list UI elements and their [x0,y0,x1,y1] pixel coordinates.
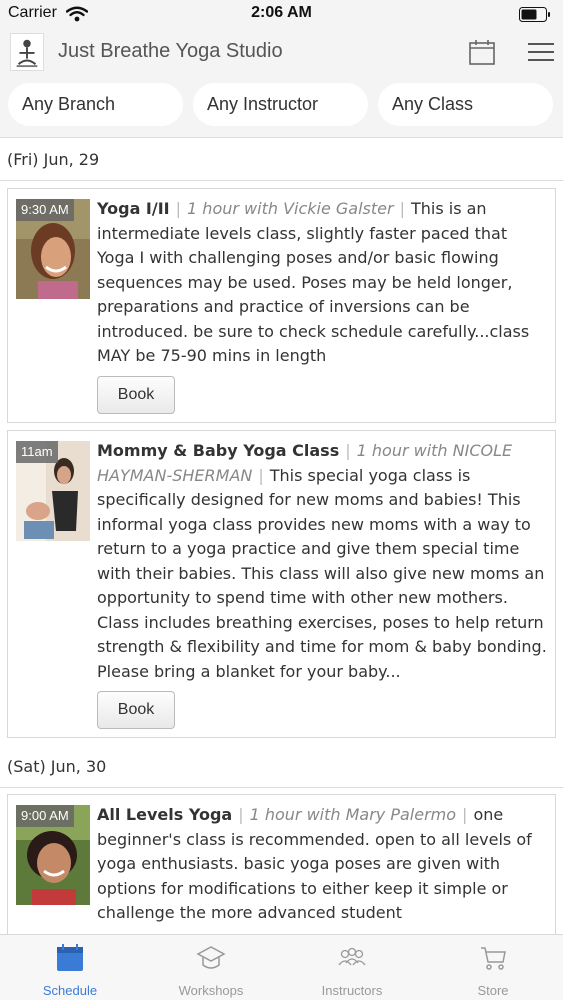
instructor-photo: 11am [16,441,90,541]
instructor-photo: 9:00 AM [16,805,90,905]
tab-store[interactable]: Store [423,935,563,1000]
clock-time: 2:06 AM [251,4,312,21]
graduation-cap-icon [196,946,226,969]
calendar-icon[interactable] [468,38,496,66]
class-description: This is an intermediate levels class, sl… [97,199,530,365]
class-instructor-duration: 1 hour with Vickie Galster [187,199,394,218]
cart-icon [481,947,506,970]
separator: | [462,805,468,824]
class-time-badge: 9:30 AM [16,199,74,221]
class-time-badge: 9:00 AM [16,805,74,827]
nav-bar: Just Breathe Yoga Studio [0,30,563,76]
class-time-badge: 11am [16,441,58,463]
app-title: Just Breathe Yoga Studio [58,40,283,62]
class-name: Yoga I/II [97,199,170,218]
class-card: 11am Mommy & Baby Yoga Class | 1 hour with… [7,430,556,738]
class-card: 9:30 AM Yoga I/II | 1 hour with Vickie Gal… [7,188,556,423]
class-details: Mommy & Baby Yoga Class | 1 hour with NICO… [97,439,547,684]
studio-logo [10,33,44,71]
calendar-icon [57,944,83,971]
battery-icon [519,7,550,22]
class-description: This special yoga class is specifically … [97,465,547,681]
separator: | [399,199,405,218]
people-icon [338,947,366,966]
separator: | [175,199,182,218]
instructor-photo: 9:30 AM [16,199,90,299]
class-details: All Levels Yoga | 1 hour with Mary Palermo… [97,803,547,926]
date-header: (Sat) Jun, 30 [0,746,563,788]
hamburger-menu-icon[interactable] [527,40,555,64]
instructor-filter[interactable]: Any Instructor [193,83,368,126]
date-header: (Fri) Jun, 29 [0,139,563,181]
tab-label: Schedule [42,983,98,998]
class-instructor-duration: 1 hour with Mary Palermo [249,805,457,824]
book-button[interactable]: Book [97,376,175,414]
filter-bar: Any Branch Any Instructor Any Class [0,76,563,138]
tab-label: Workshops [178,983,244,998]
class-filter[interactable]: Any Class [378,83,553,126]
class-card: 9:00 AM All Levels Yoga | 1 hour with Mary… [7,794,556,934]
separator: | [345,441,351,460]
tab-bar: Schedule Workshops Instructors Store [0,934,563,1000]
class-details: Yoga I/II | 1 hour with Vickie Galster | Thi… [97,197,547,369]
tab-instructors[interactable]: Instructors [282,935,422,1000]
separator: | [258,465,264,485]
branch-filter[interactable]: Any Branch [8,83,183,126]
date-label: (Sat) Jun, 30 [7,757,107,776]
tab-workshops[interactable]: Workshops [141,935,281,1000]
status-bar: Carrier 2:06 AM [0,0,563,30]
date-label: (Fri) Jun, 29 [7,150,100,169]
tab-schedule[interactable]: Schedule [0,935,140,1000]
schedule-list[interactable]: (Fri) Jun, 29 9:30 AM Yoga I/II | 1 hour w… [0,139,563,934]
class-name: All Levels Yoga [97,805,233,824]
book-button[interactable]: Book [97,691,175,729]
class-name: Mommy & Baby Yoga Class [97,441,340,460]
tab-label: Store [477,983,509,998]
tab-label: Instructors [321,983,383,998]
separator: | [238,805,244,824]
